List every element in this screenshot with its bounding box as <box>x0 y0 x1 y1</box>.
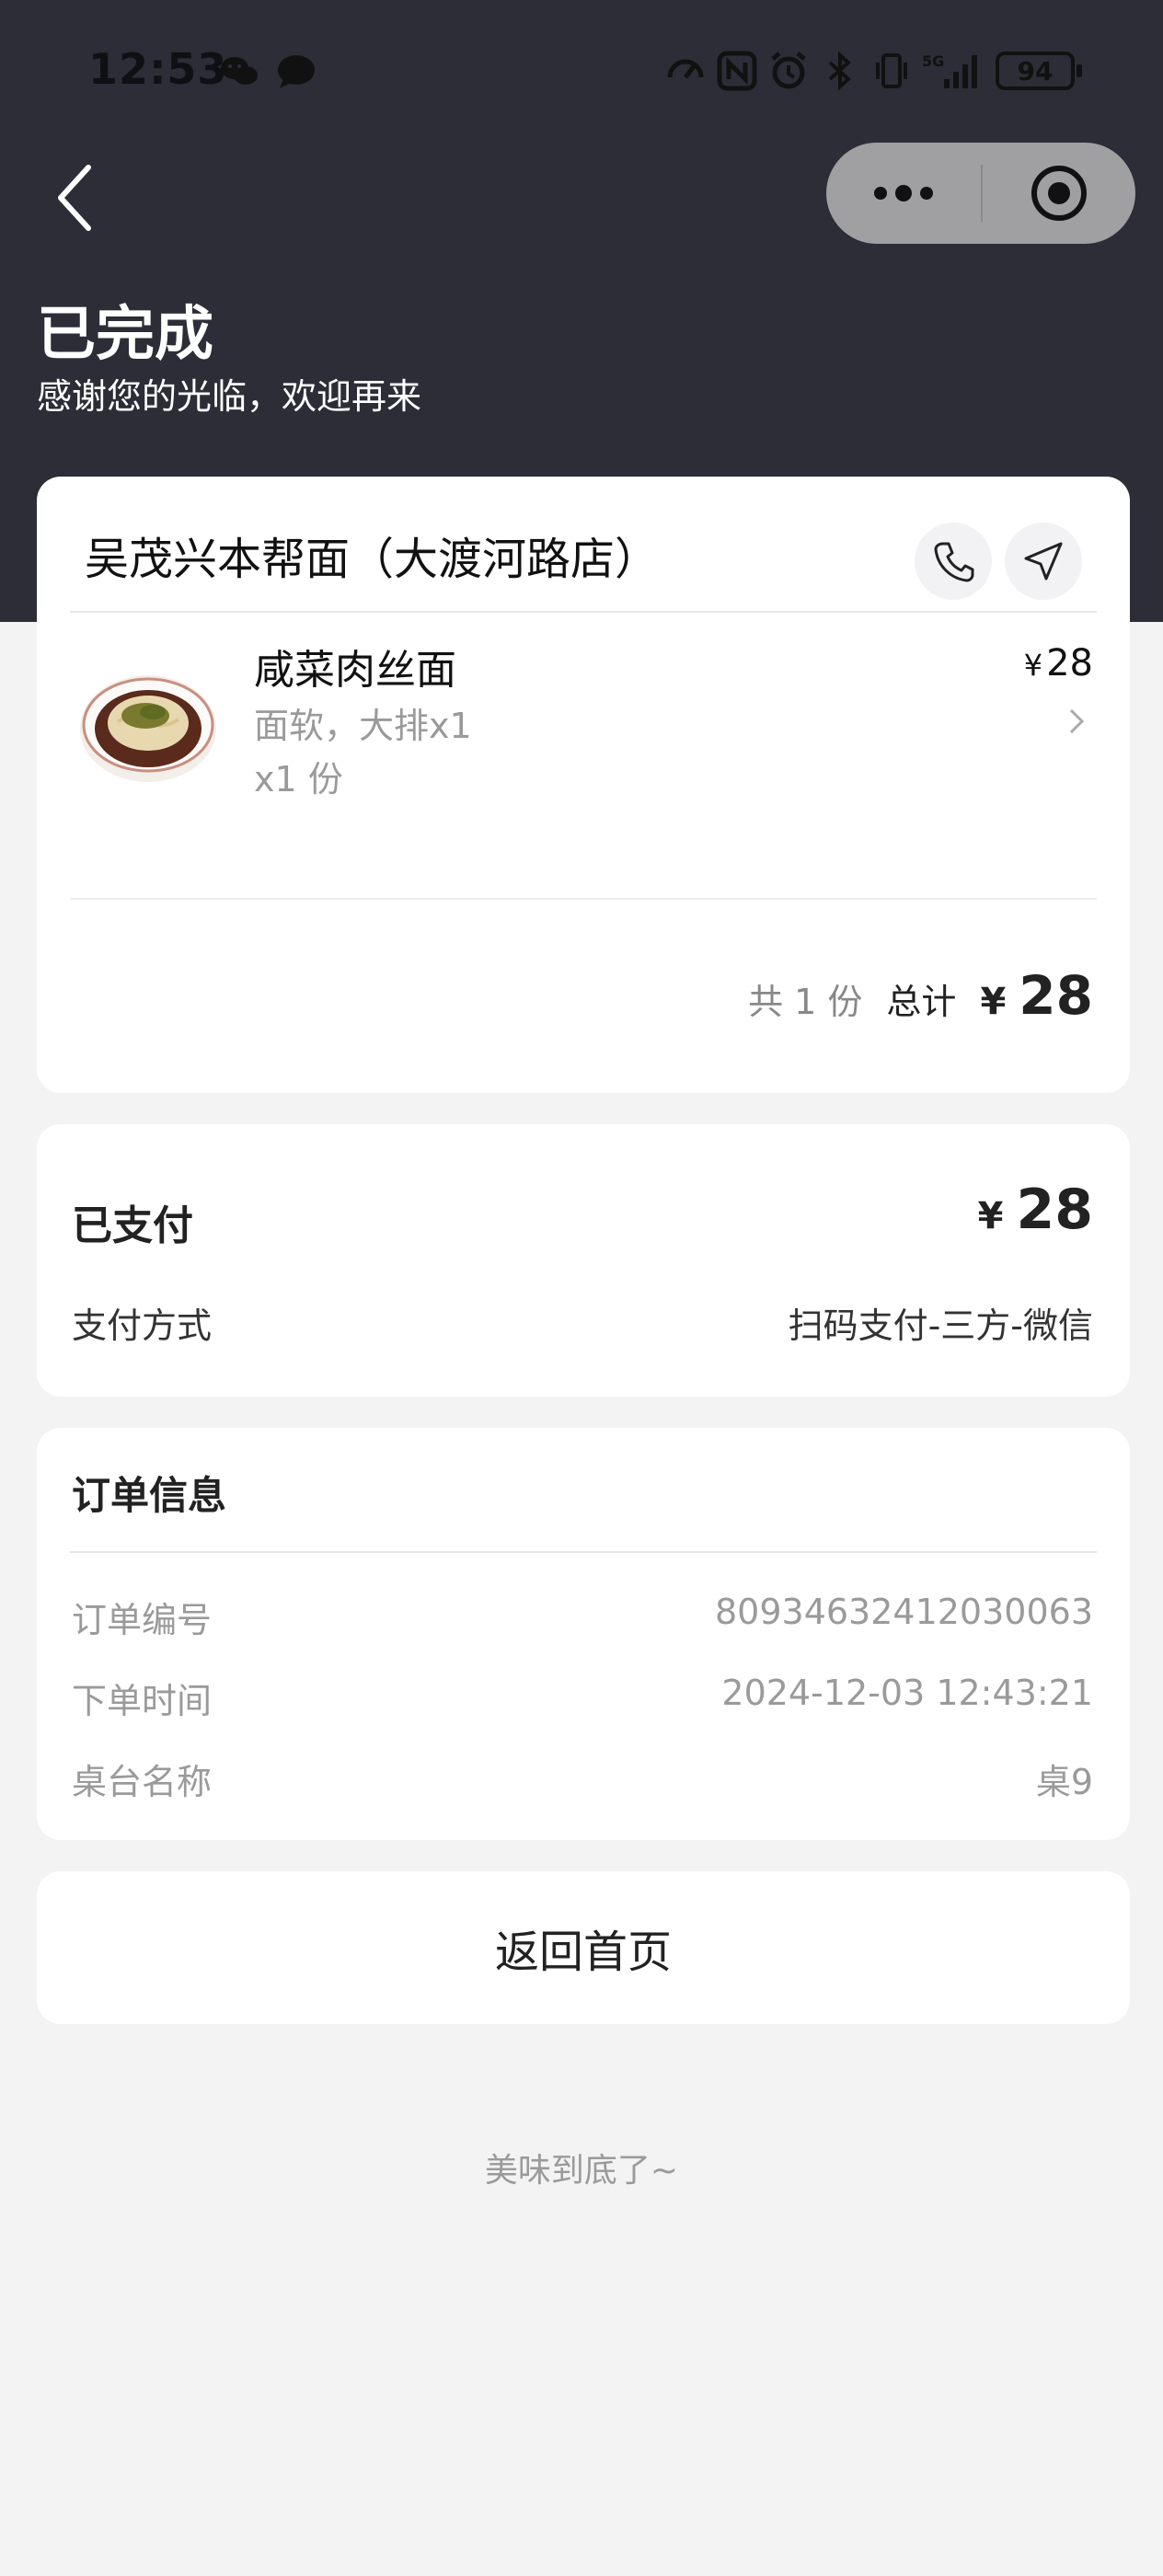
more-button[interactable] <box>826 143 981 244</box>
dish-spec: 面软，大排x1 <box>254 706 472 746</box>
order-info-card: 订单信息 订单编号 80934632412030063 下单时间 2024-12… <box>37 1428 1130 1840</box>
paid-amount: ¥28 <box>978 1178 1093 1242</box>
order-total-row: 共 1 份 总计 ¥28 <box>748 964 1093 1029</box>
close-miniprogram-button[interactable] <box>983 143 1135 244</box>
order-number-label: 订单编号 <box>72 1600 213 1640</box>
back-arrow-icon[interactable] <box>44 156 109 239</box>
store-divider <box>70 611 1097 613</box>
alarm-icon <box>771 52 806 89</box>
status-time: 12:53 <box>88 44 228 94</box>
back-to-home-button[interactable]: 返回首页 <box>37 1871 1130 2024</box>
payment-method-value: 扫码支付-三方-微信 <box>788 1305 1093 1346</box>
order-info-divider <box>70 1551 1097 1553</box>
speed-icon <box>667 59 704 79</box>
order-number-value: 80934632412030063 <box>714 1592 1093 1632</box>
currency-symbol: ¥ <box>980 981 1007 1023</box>
nfc-icon <box>717 51 757 91</box>
page-subtitle: 感谢您的光临，欢迎再来 <box>37 376 422 417</box>
miniprogram-capsule <box>826 143 1135 244</box>
store-name: 吴茂兴本帮面（大渡河路店） <box>85 534 660 585</box>
footer-text: 美味到底了~ <box>484 2152 679 2190</box>
wechat-icon <box>221 57 258 85</box>
total-amount: ¥28 <box>980 964 1093 1027</box>
vibrate-icon <box>876 53 907 88</box>
payment-status: 已支付 <box>72 1202 193 1249</box>
phone-icon <box>934 542 974 582</box>
currency-symbol: ¥ <box>977 1195 1004 1237</box>
dish-image <box>80 675 216 782</box>
navigate-store-button[interactable] <box>1005 523 1082 600</box>
dish-price-value: 28 <box>1046 642 1093 684</box>
payment-method-label: 支付方式 <box>72 1305 213 1346</box>
order-info-title: 订单信息 <box>72 1473 227 1518</box>
battery-indicator: 94 <box>996 52 1082 90</box>
dish-name: 咸菜肉丝面 <box>254 647 456 694</box>
signal-5g-icon: 5G <box>922 52 977 88</box>
order-time-label: 下单时间 <box>72 1681 213 1721</box>
currency-symbol: ¥ <box>1023 648 1043 683</box>
payment-card: 已支付 ¥28 支付方式 扫码支付-三方-微信 <box>37 1124 1130 1397</box>
paid-amount-value: 28 <box>1016 1178 1094 1242</box>
items-divider <box>70 898 1097 900</box>
page-title: 已完成 <box>37 301 213 369</box>
chevron-right-icon <box>1069 708 1085 734</box>
order-time-row: 下单时间 2024-12-03 12:43:21 <box>72 1673 1093 1721</box>
table-name-value: 桌9 <box>1035 1762 1093 1802</box>
dish-quantity: x1 份 <box>254 759 343 799</box>
order-number-row: 订单编号 80934632412030063 <box>72 1592 1093 1640</box>
target-close-icon <box>1031 166 1087 221</box>
total-label: 总计 <box>886 982 957 1022</box>
status-icons: 5G 94 <box>664 48 1082 94</box>
svg-text:5G: 5G <box>922 52 944 70</box>
call-store-button[interactable] <box>915 523 992 600</box>
more-dots-icon <box>874 185 933 201</box>
store-order-card: 吴茂兴本帮面（大渡河路店） 咸菜肉丝面 面软，大排x1 x1 份 ¥28 共 1 <box>37 477 1130 1093</box>
total-count: 共 1 份 <box>748 982 863 1022</box>
status-bar: 12:53 5G 94 <box>0 0 1163 147</box>
dish-price: ¥28 <box>1024 642 1093 684</box>
back-to-home-label: 返回首页 <box>494 1926 672 1978</box>
order-time-value: 2024-12-03 12:43:21 <box>721 1673 1093 1713</box>
table-name-label: 桌台名称 <box>72 1762 213 1802</box>
total-amount-value: 28 <box>1019 964 1093 1027</box>
bluetooth-icon <box>828 51 851 91</box>
message-icon <box>278 55 315 88</box>
table-name-row: 桌台名称 桌9 <box>72 1754 1093 1802</box>
navigation-arrow-icon <box>1024 542 1063 581</box>
